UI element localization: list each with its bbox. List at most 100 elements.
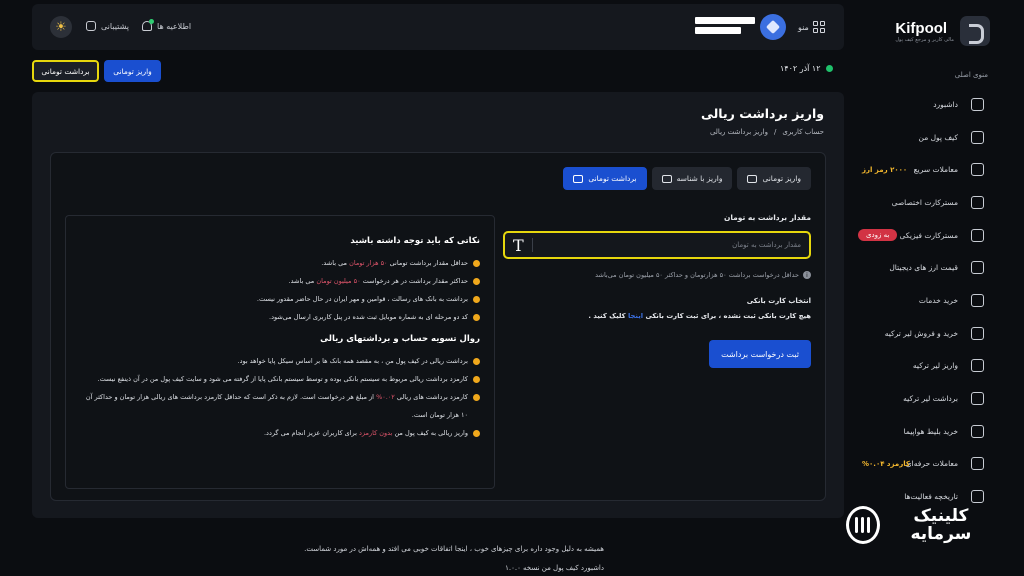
footer: همیشه به دلیل وجود داره برای چیزهای خوب …: [304, 540, 604, 576]
sidebar-item-virtual-mastercard[interactable]: مسترکارت اختصاصی: [846, 186, 1024, 219]
sidebar-item-physical-mastercard[interactable]: مسترکارت فیزیکی به زودی: [846, 219, 1024, 252]
transaction-card: واریز تومانی واریز با شناسه برداشت تومان…: [50, 152, 826, 501]
grid-icon: [812, 21, 825, 33]
amount-label: مقدار برداشت به تومان: [723, 213, 811, 222]
page-title: واریز برداشت ریالی: [700, 106, 824, 121]
sidebar: Kifpool مالی کاربر و مرجع کیف پول منوی ا…: [846, 0, 1024, 576]
user-info-redacted: [695, 17, 755, 34]
sidebar-menu: داشبورد کیف پول من معاملات سریع ۲۰۰۰ رمز …: [846, 88, 1024, 513]
bullet-icon: [473, 313, 480, 321]
sidebar-item-label: خرید و فروش لیر ترکیه: [884, 328, 958, 338]
tab-label: برداشت تومانی: [588, 174, 637, 183]
fee-badge: کارمزد ۰.۰۴%: [862, 459, 910, 468]
support-label: پشتیبانی: [101, 21, 129, 31]
card-icon: [971, 228, 984, 242]
pro-trade-icon: [971, 457, 984, 471]
bullet-icon: [473, 357, 480, 365]
menu-toggle-button[interactable]: منو: [798, 21, 825, 33]
bank-text-before: هیچ کارت بانکی ثبت نشده ، برای ثبت کارت …: [645, 312, 811, 320]
notification-dot: [149, 19, 154, 24]
plane-icon: [971, 424, 984, 438]
sidebar-item-dashboard[interactable]: داشبورد: [846, 88, 1024, 121]
card-icon: [971, 195, 984, 209]
sidebar-item-wallet[interactable]: کیف پول من: [846, 121, 1024, 154]
note-item: کارمزد برداشت ریالی مربوط به سیستم بانکی…: [80, 370, 480, 388]
info-icon: i: [803, 271, 811, 279]
sidebar-item-label: کیف پول من: [918, 132, 958, 142]
notifications-link[interactable]: اطلاعیه ها: [142, 19, 191, 31]
wallet-out-icon: [573, 174, 584, 183]
note-item: برداشت به بانک های رسالت ، قوامین و مهر …: [80, 290, 480, 308]
dashboard-icon: [971, 97, 984, 111]
history-icon: [971, 490, 984, 504]
breadcrumb-separator: /: [773, 128, 777, 136]
sidebar-item-lira-exchange[interactable]: خرید و فروش لیر ترکیه: [846, 317, 1024, 350]
chat-icon: [86, 21, 96, 31]
tabs: واریز تومانی واریز با شناسه برداشت تومان…: [563, 167, 811, 190]
crypto-count-badge: ۲۰۰۰ رمز ارز: [862, 165, 908, 174]
bullet-icon: [473, 393, 480, 401]
notes-box: نکاتی که باید توجه داشته باشید حداقل مقد…: [65, 215, 495, 489]
exchange-icon: [971, 326, 984, 340]
logo-tagline: مالی کاربر و مرجع کیف پول: [895, 36, 954, 43]
sidebar-item-pro-trading[interactable]: معاملات حرفه‌ای کارمزد ۰.۰۴%: [846, 448, 1024, 481]
sidebar-item-label: تاریخچه فعالیت‌ها: [904, 492, 958, 502]
sidebar-item-crypto-prices[interactable]: قیمت ارز های دیجیتال: [846, 251, 1024, 284]
sidebar-item-quick-trade[interactable]: معاملات سریع ۲۰۰۰ رمز ارز: [846, 153, 1024, 186]
date-text: ۱۲ آذر ۱۴۰۲: [780, 64, 821, 73]
avatar[interactable]: [760, 14, 786, 40]
current-date: ۱۲ آذر ۱۴۰۲: [780, 64, 833, 73]
sun-icon[interactable]: ☀: [50, 16, 72, 38]
no-bank-card-message: هیچ کارت بانکی ثبت نشده ، برای ثبت کارت …: [503, 312, 811, 320]
sidebar-item-flight-tickets[interactable]: خرید بلیط هواپیما: [846, 415, 1024, 448]
tab-label: واریز با شناسه: [676, 174, 723, 183]
amount-field[interactable]: T: [503, 231, 811, 259]
note-item: کد دو مرحله ای به شماره موبایل ثبت شده د…: [80, 308, 480, 326]
add-bank-card-link[interactable]: اینجا: [628, 312, 643, 320]
sidebar-item-label: واریز لیر ترکیه: [912, 361, 958, 371]
tab-label: واریز تومانی: [762, 174, 801, 183]
sidebar-item-lira-withdraw[interactable]: برداشت لیر ترکیه: [846, 382, 1024, 415]
notes-title: نکاتی که باید توجه داشته باشید: [350, 236, 480, 246]
sidebar-item-lira-deposit[interactable]: واریز لیر ترکیه: [846, 350, 1024, 383]
bullet-icon: [473, 277, 480, 285]
note-item: واریز ریالی به کیف پول من بدون کارمزد بر…: [80, 424, 480, 442]
sidebar-item-label: قیمت ارز های دیجیتال: [889, 263, 958, 273]
support-link[interactable]: پشتیبانی: [86, 21, 129, 31]
sidebar-item-label: خرید خدمات: [918, 295, 958, 305]
quick-deposit-button[interactable]: واریز تومانی: [104, 60, 161, 82]
swap-icon: [971, 163, 984, 177]
tab-deposit-by-id[interactable]: واریز با شناسه: [651, 167, 733, 190]
quick-withdraw-button[interactable]: برداشت تومانی: [32, 60, 99, 82]
settlement-title: روال تسویه حساب و برداشتهای ریالی: [320, 334, 480, 344]
note-item: حداقل مقدار برداشت تومانی ۵۰ هزار تومان …: [80, 254, 480, 272]
amount-input[interactable]: [539, 238, 801, 252]
bullet-icon: [473, 295, 480, 303]
sidebar-item-label: مسترکارت اختصاصی: [891, 197, 958, 207]
bullet-icon: [473, 259, 480, 267]
field-divider: [532, 238, 533, 252]
tab-toman-deposit[interactable]: واریز تومانی: [737, 167, 811, 190]
wallet-icon: [971, 130, 984, 144]
footer-message: همیشه به دلیل وجود داره برای چیزهای خوب …: [304, 545, 604, 553]
sidebar-item-services[interactable]: خرید خدمات: [846, 284, 1024, 317]
bank-card-label: انتخاب کارت بانکی: [746, 297, 811, 305]
sidebar-item-label: مسترکارت فیزیکی: [899, 230, 959, 240]
tab-toman-withdraw[interactable]: برداشت تومانی: [563, 167, 647, 190]
online-status-dot: [825, 65, 833, 72]
hint-text: حداقل درخواست برداشت ۵۰ هزارتومان و حداک…: [595, 271, 799, 279]
bullet-icon: [473, 375, 480, 383]
menu-title: منوی اصلی: [954, 71, 988, 79]
sidebar-item-label: داشبورد: [933, 99, 958, 109]
amount-hint: i حداقل درخواست برداشت ۵۰ هزارتومان و حد…: [503, 271, 811, 279]
breadcrumb-account[interactable]: حساب کاربری: [782, 128, 824, 136]
logo[interactable]: Kifpool مالی کاربر و مرجع کیف پول: [895, 16, 990, 46]
submit-withdraw-button[interactable]: ثبت درخواست برداشت: [709, 340, 811, 368]
logo-mark-icon: [960, 16, 990, 46]
breadcrumb-current: واریز برداشت ریالی: [709, 128, 768, 136]
wallet-in-icon: [747, 174, 758, 183]
watermark-icon: [846, 506, 880, 544]
services-icon: [971, 293, 984, 307]
watermark-text: کلینیک سرمایه: [910, 506, 972, 544]
sidebar-item-label: معاملات سریع: [913, 165, 958, 175]
